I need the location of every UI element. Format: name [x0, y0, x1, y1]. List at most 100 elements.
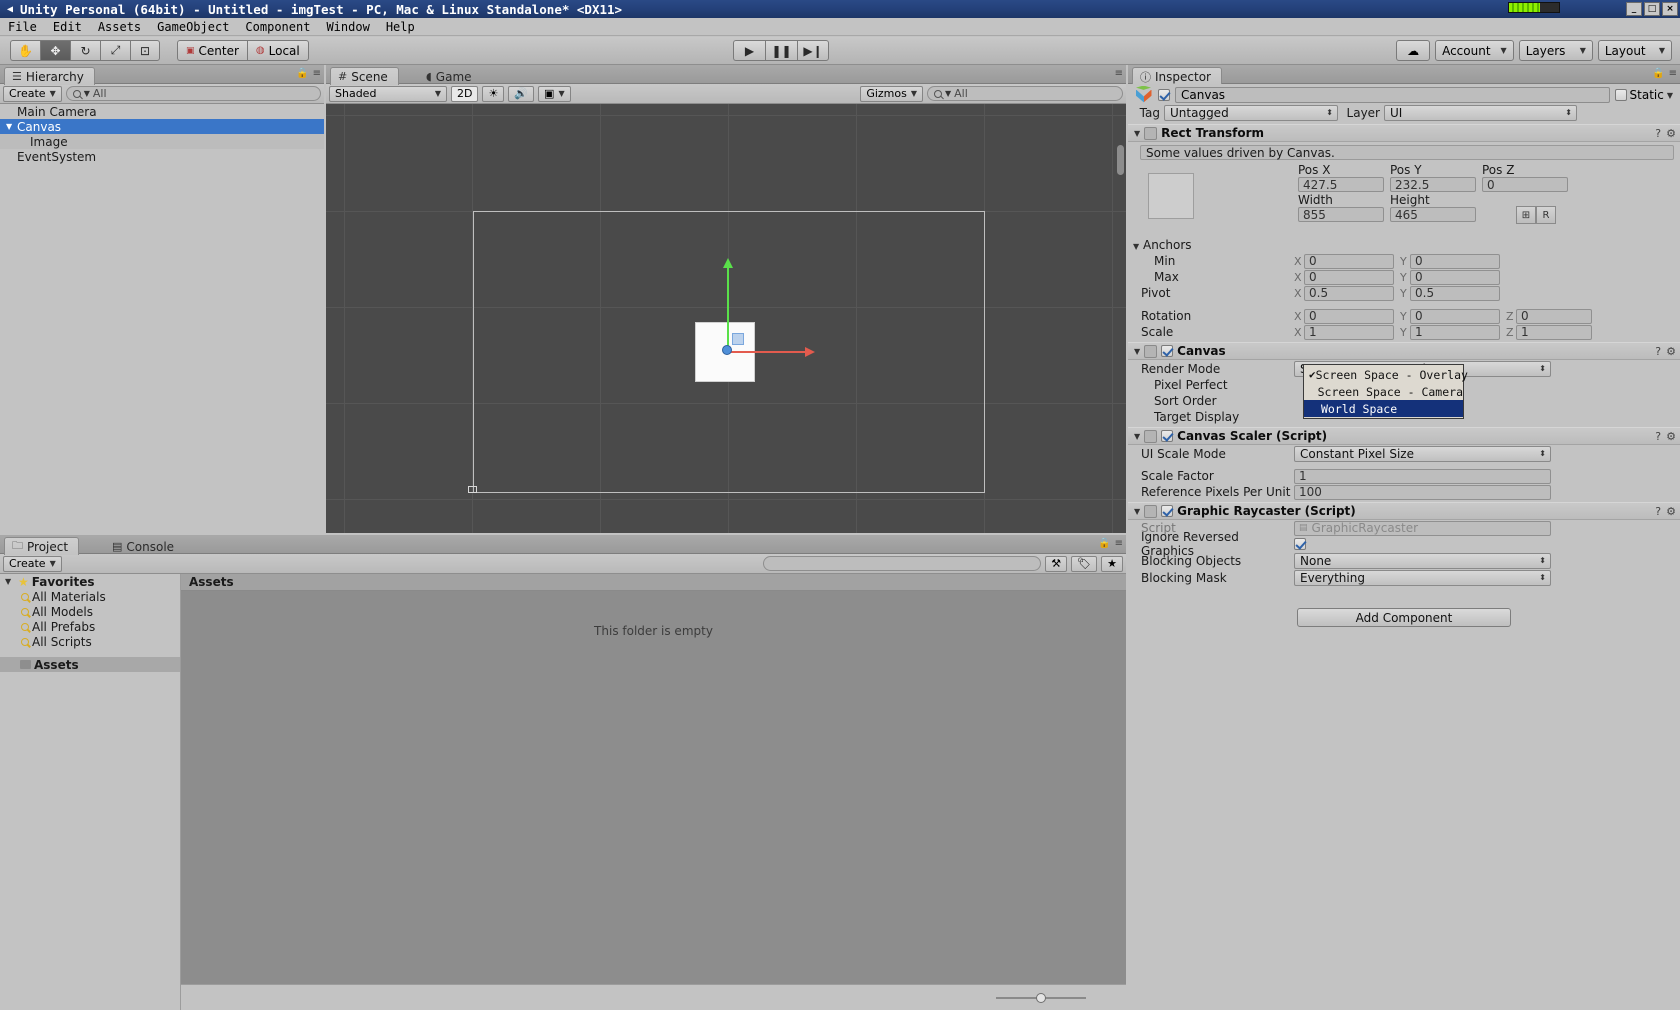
gear-icon[interactable]: ⚙ — [1666, 345, 1676, 358]
menu-edit[interactable]: Edit — [45, 19, 90, 35]
pivot-x-input[interactable]: 0.5 — [1304, 285, 1394, 301]
width-input[interactable]: 855 — [1298, 207, 1384, 222]
blocking-mask-dropdown[interactable]: Everything ⬍ — [1294, 569, 1551, 586]
menu-gameobject[interactable]: GameObject — [149, 19, 237, 35]
gizmos-dropdown[interactable]: Gizmos ▼ — [860, 85, 923, 102]
favorite-all-models[interactable]: All Models — [0, 604, 180, 619]
hierarchy-create-button[interactable]: Create ▼ — [3, 85, 62, 102]
rotation-y-input[interactable]: 0 — [1410, 308, 1500, 324]
scale-y-input[interactable]: 1 — [1410, 324, 1500, 340]
anchor-min-x-input[interactable]: 0 — [1304, 253, 1394, 269]
move-tool-icon[interactable]: ✥ — [40, 40, 70, 61]
hierarchy-item-eventsystem[interactable]: EventSystem — [0, 149, 324, 164]
pos-y-input[interactable]: 232.5 — [1390, 177, 1476, 192]
pause-button[interactable]: ❚❚ — [765, 40, 797, 61]
anchor-preset-preview[interactable] — [1148, 173, 1194, 219]
menu-window[interactable]: Window — [318, 19, 377, 35]
dropdown-option-world-space[interactable]: World Space — [1304, 400, 1463, 417]
component-header-rect-transform[interactable]: ▼ Rect Transform ? ⚙ — [1128, 124, 1680, 142]
minimize-button[interactable]: _ — [1626, 2, 1642, 16]
help-icon[interactable]: ? — [1655, 430, 1661, 443]
account-dropdown[interactable]: Account ▼ — [1435, 40, 1514, 61]
cloud-button[interactable]: ☁ — [1396, 40, 1431, 61]
anchor-min-y-input[interactable]: 0 — [1410, 253, 1500, 269]
panel-menu-icon[interactable]: ≡ — [1669, 68, 1677, 79]
component-header-canvas-scaler[interactable]: ▼ Canvas Scaler (Script) ? ⚙ — [1128, 427, 1680, 445]
hierarchy-item-canvas[interactable]: ▼ Canvas — [0, 119, 324, 134]
hierarchy-search-input[interactable]: ▼ All — [65, 86, 321, 101]
filter-by-label-button[interactable]: 🏷 — [1071, 555, 1098, 572]
step-button[interactable]: ▶❙ — [797, 40, 829, 61]
static-toggle[interactable]: Static ▼ — [1614, 88, 1676, 102]
icon-size-slider[interactable] — [996, 992, 1086, 1004]
effects-dropdown[interactable]: ▣ ▼ — [538, 85, 571, 102]
pos-x-input[interactable]: 427.5 — [1298, 177, 1384, 192]
lighting-toggle[interactable]: ☀ — [482, 85, 505, 102]
anchor-max-x-input[interactable]: 0 — [1304, 269, 1394, 285]
favorites-group[interactable]: ▼ ★ Favorites — [0, 574, 180, 589]
gizmo-y-axis[interactable] — [723, 258, 733, 349]
gizmo-center-handle[interactable] — [722, 345, 732, 355]
menu-assets[interactable]: Assets — [90, 19, 149, 35]
slider-knob[interactable] — [1036, 992, 1046, 1003]
help-icon[interactable]: ? — [1655, 345, 1661, 358]
scene-scrollbar[interactable] — [1117, 145, 1124, 175]
favorite-button[interactable]: ★ — [1101, 555, 1123, 572]
panel-menu-icon[interactable]: ≡ — [1115, 68, 1123, 79]
lock-icon[interactable]: 🔒 — [1098, 538, 1110, 549]
add-component-button[interactable]: Add Component — [1297, 608, 1511, 627]
gear-icon[interactable]: ⚙ — [1666, 505, 1676, 518]
scale-z-input[interactable]: 1 — [1516, 324, 1592, 340]
height-input[interactable]: 465 — [1390, 207, 1476, 222]
chevron-down-icon[interactable]: ▼ — [1133, 242, 1139, 251]
chevron-down-icon[interactable]: ▼ — [1667, 91, 1673, 100]
menu-help[interactable]: Help — [378, 19, 423, 35]
gizmo-plane-handle[interactable] — [732, 333, 744, 345]
favorite-all-prefabs[interactable]: All Prefabs — [0, 619, 180, 634]
chevron-down-icon[interactable]: ▼ — [1134, 432, 1140, 441]
tab-game[interactable]: ◖ Game — [418, 67, 483, 85]
raw-edit-button[interactable]: R — [1536, 206, 1556, 224]
hierarchy-item-main-camera[interactable]: Main Camera — [0, 104, 324, 119]
component-header-canvas[interactable]: ▼ Canvas ? ⚙ — [1128, 342, 1680, 360]
scene-viewport[interactable] — [326, 104, 1126, 533]
gear-icon[interactable]: ⚙ — [1666, 430, 1676, 443]
scale-x-input[interactable]: 1 — [1304, 324, 1394, 340]
project-tree-assets[interactable]: Assets — [0, 657, 180, 672]
dropdown-option-screen-space-overlay[interactable]: ✔ Screen Space - Overlay — [1304, 366, 1468, 383]
tab-hierarchy[interactable]: ☰ Hierarchy — [4, 67, 95, 85]
menu-component[interactable]: Component — [237, 19, 318, 35]
blueprint-mode-button[interactable]: ⊞ — [1516, 206, 1536, 224]
filter-by-type-button[interactable]: ⚒ — [1045, 555, 1068, 572]
help-icon[interactable]: ? — [1655, 127, 1661, 140]
maximize-button[interactable]: □ — [1644, 2, 1660, 16]
panel-menu-icon[interactable]: ≡ — [313, 68, 321, 79]
help-icon[interactable]: ? — [1655, 505, 1661, 518]
pos-z-input[interactable]: 0 — [1482, 177, 1568, 192]
space-mode-button[interactable]: ◍ Local — [246, 40, 309, 61]
project-create-button[interactable]: Create ▼ — [3, 555, 62, 572]
chevron-down-icon[interactable]: ▼ — [6, 122, 17, 131]
pivot-mode-button[interactable]: ▣ Center — [177, 40, 247, 61]
tag-dropdown[interactable]: Untagged ⬍ — [1164, 105, 1338, 121]
rotation-z-input[interactable]: 0 — [1516, 308, 1592, 324]
lock-icon[interactable]: 🔒 — [1652, 68, 1664, 79]
canvas-scaler-enabled-checkbox[interactable] — [1161, 430, 1174, 442]
tab-inspector[interactable]: ⓘ Inspector — [1132, 67, 1222, 85]
hierarchy-item-image[interactable]: Image — [0, 134, 324, 149]
menu-file[interactable]: File — [0, 19, 45, 35]
layers-dropdown[interactable]: Layers ▼ — [1518, 40, 1593, 61]
chevron-down-icon[interactable]: ▼ — [1134, 129, 1140, 138]
object-enabled-checkbox[interactable] — [1158, 89, 1170, 101]
favorite-all-scripts[interactable]: All Scripts — [0, 634, 180, 649]
close-button[interactable]: × — [1662, 2, 1678, 16]
layer-dropdown[interactable]: UI ⬍ — [1384, 105, 1577, 121]
render-mode-dropdown-popup[interactable]: ✔ Screen Space - Overlay Screen Space - … — [1303, 364, 1468, 419]
reference-ppu-input[interactable]: 100 — [1294, 484, 1551, 500]
canvas-corner-handle[interactable] — [468, 486, 477, 493]
anchor-max-y-input[interactable]: 0 — [1410, 269, 1500, 285]
ui-scale-mode-dropdown[interactable]: Constant Pixel Size ⬍ — [1294, 445, 1551, 462]
shading-mode-dropdown[interactable]: Shaded ▼ — [329, 85, 447, 102]
scene-search-input[interactable]: ▼ All — [927, 86, 1123, 101]
ignore-reversed-checkbox[interactable] — [1294, 538, 1306, 550]
